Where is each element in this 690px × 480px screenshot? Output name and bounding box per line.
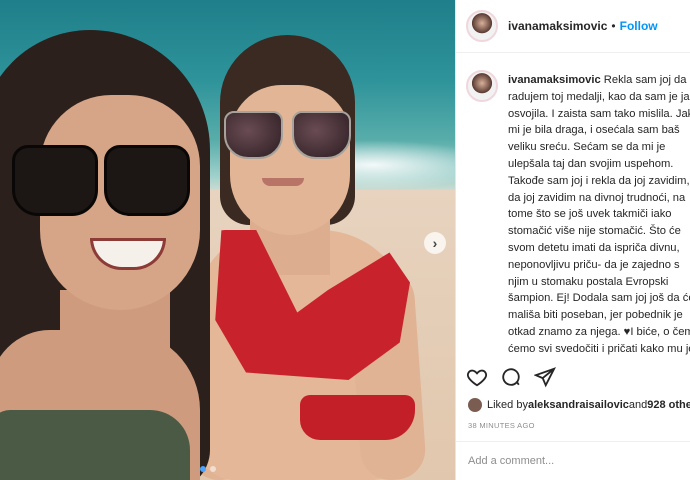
follow-button[interactable]: Follow xyxy=(620,19,658,33)
post-header: ivanamaksimovic • Follow xyxy=(456,0,690,53)
post-photo: › xyxy=(0,0,455,480)
carousel-dots xyxy=(200,466,216,472)
liked-by-prefix: Liked by xyxy=(487,399,528,411)
liked-others[interactable]: 928 others xyxy=(647,399,690,411)
post-actions xyxy=(466,366,556,388)
liker-avatar xyxy=(468,398,482,412)
separator-dot: • xyxy=(611,19,616,33)
caption-text: ivanamaksimovic Rekla sam joj da se radu… xyxy=(508,72,690,360)
heart-icon[interactable] xyxy=(466,366,488,388)
aviator-sunglasses xyxy=(224,108,352,159)
avatar[interactable] xyxy=(466,10,498,42)
post-timestamp[interactable]: 38 MINUTES AGO xyxy=(468,421,535,430)
liked-and: and xyxy=(628,399,648,411)
green-swimsuit-top xyxy=(0,410,190,480)
comment-input[interactable]: Add a comment... xyxy=(456,441,690,480)
share-icon[interactable] xyxy=(534,366,556,388)
carousel-dot xyxy=(210,466,216,472)
caption-block: ivanamaksimovic Rekla sam joj da se radu… xyxy=(466,70,690,360)
comment-icon[interactable] xyxy=(500,366,522,388)
woman-right-smile xyxy=(262,178,304,186)
caption-username[interactable]: ivanamaksimovic xyxy=(508,74,601,86)
chevron-right-icon[interactable]: › xyxy=(424,232,446,254)
liked-by-user[interactable]: aleksandraisailovic xyxy=(528,399,629,411)
red-swimsuit-bottom xyxy=(300,395,415,440)
likes-line: Liked by aleksandraisailovic and 928 oth… xyxy=(468,398,690,412)
dark-sunglasses xyxy=(12,140,190,216)
post-side-panel: ivanamaksimovic • Follow ivanamaksimovic… xyxy=(455,0,690,480)
caption-avatar[interactable] xyxy=(466,70,498,102)
header-username[interactable]: ivanamaksimovic xyxy=(508,19,607,33)
caption-body: Rekla sam joj da se radujem toj medalji,… xyxy=(508,74,690,360)
carousel-dot-active xyxy=(200,466,206,472)
